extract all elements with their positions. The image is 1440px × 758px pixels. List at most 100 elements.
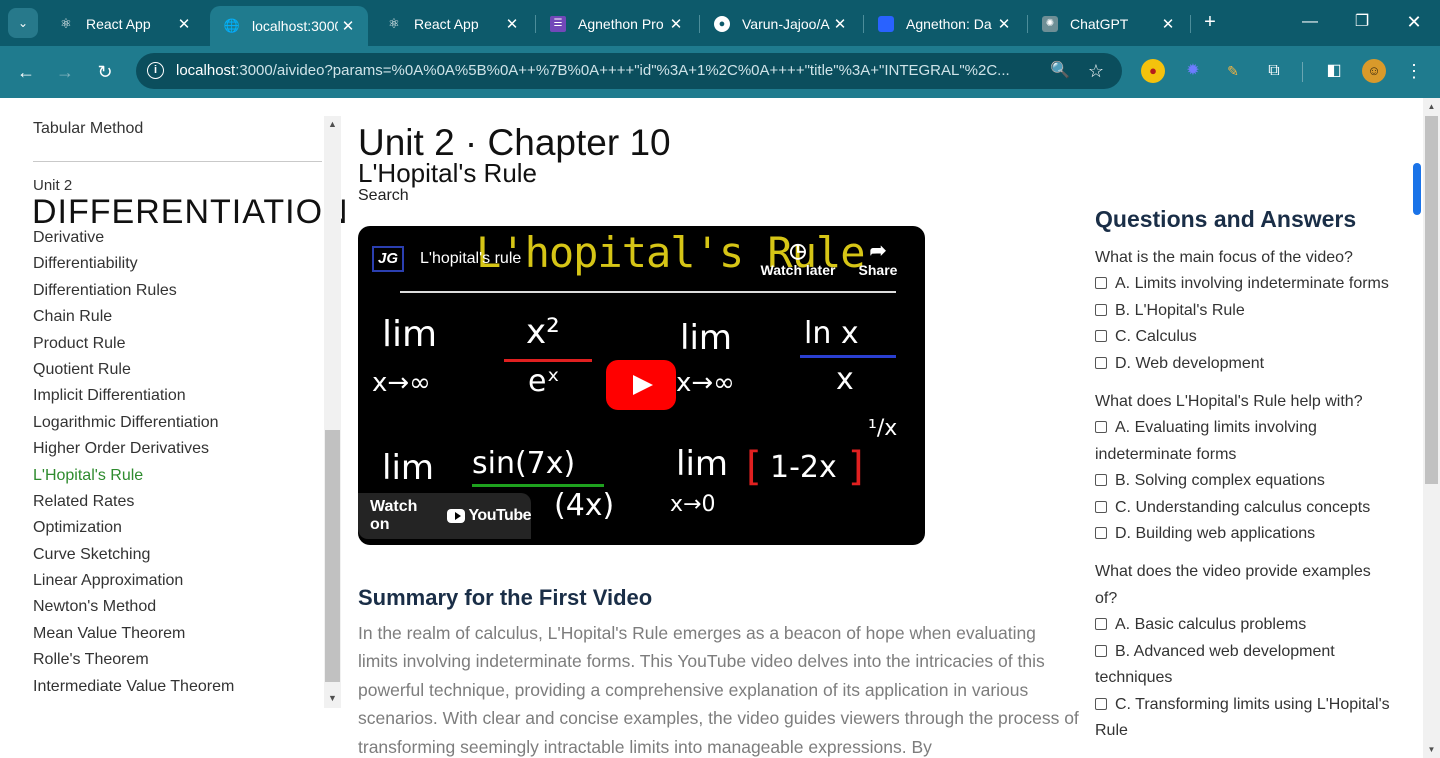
reload-button[interactable]: ↻: [93, 60, 117, 84]
bookmark-star-icon[interactable]: ☆: [1085, 60, 1107, 82]
minimize-button[interactable]: —: [1298, 10, 1322, 34]
sidebar-item[interactable]: Related Rates: [33, 490, 234, 516]
qa-option[interactable]: B. L'Hopital's Rule: [1095, 298, 1395, 324]
sidebar-item-prev[interactable]: Tabular Method: [33, 120, 143, 138]
extensions-puzzle-icon[interactable]: ⧉: [1262, 59, 1286, 83]
sidebar-item[interactable]: Rolle's Theorem: [33, 648, 234, 674]
answer-checkbox[interactable]: [1095, 697, 1107, 710]
site-info-icon[interactable]: i: [147, 62, 164, 79]
qa-option[interactable]: D. Building web applications: [1095, 521, 1395, 547]
board-fraction-line-red: [504, 359, 592, 362]
tab-chatgpt[interactable]: ✺ ChatGPT ✕: [1028, 7, 1188, 40]
sidebar-item[interactable]: Mean Value Theorem: [33, 622, 234, 648]
tab-react-app-1[interactable]: ⚛ React App ✕: [44, 7, 204, 40]
answer-checkbox[interactable]: [1095, 277, 1107, 290]
extension-2-icon[interactable]: ✹: [1181, 59, 1205, 83]
board-lnx: ln x: [804, 316, 859, 351]
close-icon[interactable]: ✕: [338, 17, 358, 35]
chevron-down-icon: ⌄: [17, 16, 29, 30]
close-icon[interactable]: ✕: [1158, 15, 1178, 33]
restore-button[interactable]: ❐: [1350, 10, 1374, 34]
sidebar-item[interactable]: L'Hopital's Rule: [33, 464, 234, 490]
youtube-video-player[interactable]: L'hopital's Rule JG L'hopital's rule ◷ W…: [358, 226, 925, 545]
close-icon[interactable]: ✕: [994, 15, 1014, 33]
sidebar-item[interactable]: Logarithmic Differentiation: [33, 411, 234, 437]
sidebar-item[interactable]: Optimization: [33, 516, 234, 542]
page-scrollbar-thumb[interactable]: [1425, 116, 1438, 484]
answer-checkbox[interactable]: [1095, 527, 1107, 540]
tab-search-button[interactable]: ⌄: [8, 8, 38, 38]
qa-heading: Questions and Answers: [1095, 206, 1357, 232]
qa-option[interactable]: A. Basic calculus problems: [1095, 612, 1395, 638]
share-button[interactable]: ➦ Share: [854, 240, 902, 278]
qa-option[interactable]: C. Calculus: [1095, 324, 1395, 350]
forward-button[interactable]: →: [53, 60, 77, 84]
answer-checkbox[interactable]: [1095, 303, 1107, 316]
sidebar-item[interactable]: Product Rule: [33, 332, 234, 358]
answer-checkbox[interactable]: [1095, 618, 1107, 631]
side-panel-icon[interactable]: ◧: [1322, 59, 1346, 83]
search-link[interactable]: Search: [358, 187, 409, 205]
page-scroll-up-icon[interactable]: ▲: [1423, 98, 1440, 115]
close-icon[interactable]: ✕: [502, 15, 522, 33]
tab-agnethon-pro[interactable]: ☰ Agnethon Pro ✕: [536, 7, 696, 40]
qa-option[interactable]: C. Understanding calculus concepts: [1095, 495, 1395, 521]
play-button[interactable]: [606, 360, 676, 410]
close-icon[interactable]: ✕: [174, 15, 194, 33]
tab-localhost[interactable]: 🌐 localhost:3000 ✕: [210, 6, 368, 46]
sidebar-item[interactable]: Implicit Differentiation: [33, 384, 234, 410]
answer-checkbox[interactable]: [1095, 474, 1107, 487]
sidebar-item[interactable]: Intermediate Value Theorem: [33, 675, 234, 701]
sidebar-item[interactable]: Differentiability: [33, 252, 234, 278]
qa-option[interactable]: A. Evaluating limits involving indetermi…: [1095, 415, 1395, 468]
sidebar-item[interactable]: Derivative: [33, 226, 234, 252]
board-sin7x: sin(7x): [472, 446, 576, 481]
watch-on-youtube-button[interactable]: Watch on YouTube: [358, 493, 531, 539]
answer-checkbox[interactable]: [1095, 644, 1107, 657]
board-x-to-inf-1: x→∞: [372, 368, 431, 398]
qa-question: What does the video provide examples of?: [1095, 563, 1371, 607]
qa-option[interactable]: D. Web development: [1095, 351, 1395, 377]
sidebar-item[interactable]: Differentiation Rules: [33, 279, 234, 305]
tab-react-app-2[interactable]: ⚛ React App ✕: [372, 7, 532, 40]
back-button[interactable]: ←: [14, 60, 38, 84]
sidebar-scrollbar-thumb[interactable]: [325, 430, 340, 682]
scroll-down-arrow-icon[interactable]: ▼: [324, 690, 341, 707]
react-icon: ⚛: [60, 15, 72, 31]
qa-option-label: D. Web development: [1115, 354, 1265, 372]
answer-checkbox[interactable]: [1095, 421, 1107, 434]
scroll-up-arrow-icon[interactable]: ▲: [324, 116, 341, 133]
sidebar-item[interactable]: Newton's Method: [33, 595, 234, 621]
close-icon[interactable]: ✕: [830, 15, 850, 33]
address-bar[interactable]: i localhost:3000/aivideo?params=%0A%0A%5…: [136, 53, 1122, 89]
answer-checkbox[interactable]: [1095, 500, 1107, 513]
tab-github[interactable]: ● Varun-Jajoo/A ✕: [700, 7, 860, 40]
channel-avatar[interactable]: JG: [372, 246, 404, 272]
sidebar-item[interactable]: Curve Sketching: [33, 543, 234, 569]
profile-avatar[interactable]: ☺: [1362, 59, 1386, 83]
sidebar-item[interactable]: Chain Rule: [33, 305, 234, 331]
qa-option[interactable]: A. Limits involving indeterminate forms: [1095, 271, 1395, 297]
close-icon[interactable]: ✕: [666, 15, 686, 33]
sidebar-item[interactable]: Quotient Rule: [33, 358, 234, 384]
watch-later-button[interactable]: ◷ Watch later: [760, 240, 836, 278]
sidebar-item[interactable]: Linear Approximation: [33, 569, 234, 595]
pen-extension-icon[interactable]: ✎: [1221, 59, 1245, 83]
share-label: Share: [858, 262, 898, 278]
qa-option[interactable]: B. Advanced web development techniques: [1095, 639, 1395, 692]
extension-1-icon[interactable]: ●: [1141, 59, 1165, 83]
new-tab-button[interactable]: +: [1198, 11, 1222, 35]
qa-option[interactable]: C. Transforming limits using L'Hopital's…: [1095, 692, 1395, 745]
qa-option[interactable]: B. Solving complex equations: [1095, 468, 1395, 494]
tab-agnethon-docs[interactable]: Agnethon: Da ✕: [864, 7, 1024, 40]
zoom-search-icon[interactable]: 🔍: [1049, 60, 1071, 82]
video-title[interactable]: L'hopital's rule: [420, 250, 521, 268]
answer-checkbox[interactable]: [1095, 330, 1107, 343]
menu-kebab-icon[interactable]: ⋮: [1402, 59, 1426, 83]
sidebar-item[interactable]: Higher Order Derivatives: [33, 437, 234, 463]
url-text[interactable]: localhost:3000/aivideo?params=%0A%0A%5B%…: [176, 62, 1046, 79]
answer-checkbox[interactable]: [1095, 356, 1107, 369]
tab-title: ChatGPT: [1070, 15, 1129, 32]
page-scroll-down-icon[interactable]: ▼: [1423, 741, 1440, 758]
close-window-button[interactable]: ✕: [1402, 10, 1426, 34]
